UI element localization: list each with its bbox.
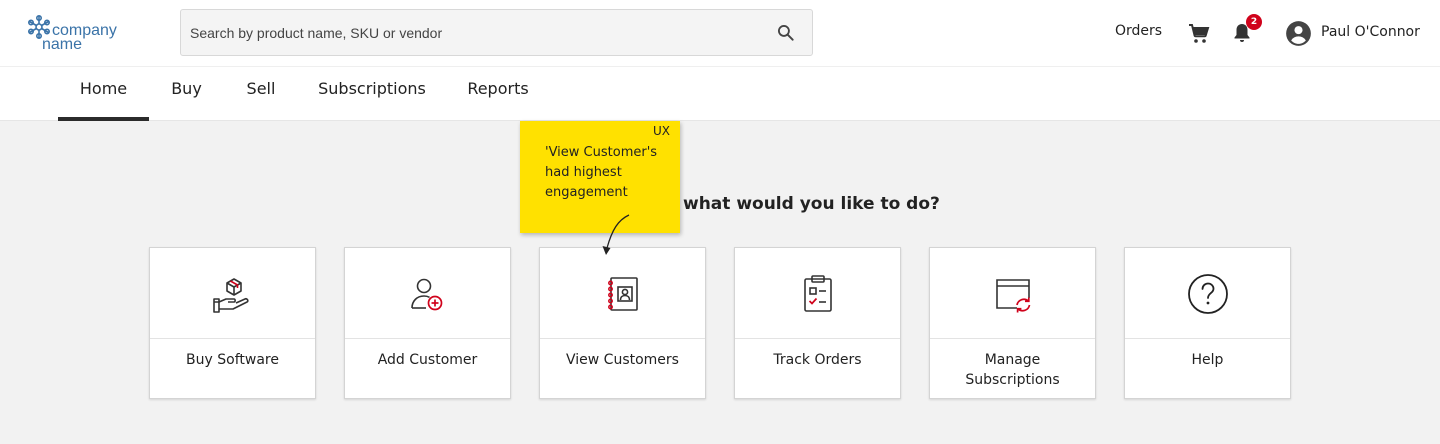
contacts-book-icon xyxy=(608,277,638,311)
page-heading: what would you like to do? xyxy=(683,194,940,214)
card-divider xyxy=(345,338,510,339)
question-circle-icon xyxy=(1188,274,1228,314)
company-logo[interactable]: company name xyxy=(26,14,136,53)
card-divider xyxy=(540,338,705,339)
window-refresh-icon xyxy=(996,279,1031,313)
add-user-icon xyxy=(411,278,443,311)
search-input[interactable] xyxy=(190,10,760,55)
card-divider xyxy=(930,338,1095,339)
main-nav: Home Buy Sell Subscriptions Reports xyxy=(0,66,1440,121)
card-help[interactable]: Help xyxy=(1124,247,1291,399)
tab-sell[interactable]: Sell xyxy=(236,67,286,121)
logo-text-line2: name xyxy=(42,36,83,53)
card-label: View Customers xyxy=(566,352,679,368)
tab-home[interactable]: Home xyxy=(58,67,149,121)
user-name[interactable]: Paul O'Connor xyxy=(1321,24,1420,40)
card-divider xyxy=(735,338,900,339)
tab-reports[interactable]: Reports xyxy=(460,67,536,121)
card-label: Help xyxy=(1191,352,1224,368)
account-circle-icon[interactable] xyxy=(1285,20,1312,47)
card-label: Manage Subscriptions xyxy=(965,352,1060,388)
card-buy-software[interactable]: Buy Software xyxy=(149,247,316,399)
app-header: company name Orders 2 Paul O'Connor xyxy=(0,0,1440,66)
card-add-customer[interactable]: Add Customer xyxy=(344,247,511,399)
sticky-tag: UX xyxy=(652,124,670,138)
card-divider xyxy=(1125,338,1290,339)
hand-box-icon xyxy=(213,278,249,313)
card-label: Add Customer xyxy=(377,352,478,368)
card-divider xyxy=(150,338,315,339)
card-manage-subscriptions[interactable]: Manage Subscriptions xyxy=(929,247,1096,399)
tab-subscriptions[interactable]: Subscriptions xyxy=(312,67,432,121)
card-track-orders[interactable]: Track Orders xyxy=(734,247,901,399)
clipboard-checklist-icon xyxy=(804,275,832,312)
sticky-note-text: 'View Customer's had highest engagement xyxy=(545,145,658,200)
search-bar xyxy=(180,9,813,56)
search-icon[interactable] xyxy=(776,23,796,43)
card-view-customers[interactable]: View Customers xyxy=(539,247,706,399)
cart-icon[interactable] xyxy=(1187,22,1211,46)
card-label: Buy Software xyxy=(186,352,279,368)
card-label: Track Orders xyxy=(773,352,862,368)
notification-badge: 2 xyxy=(1246,14,1262,30)
annotation-arrow-icon xyxy=(602,214,630,255)
orders-link[interactable]: Orders xyxy=(1115,23,1162,39)
tab-buy[interactable]: Buy xyxy=(161,67,212,121)
